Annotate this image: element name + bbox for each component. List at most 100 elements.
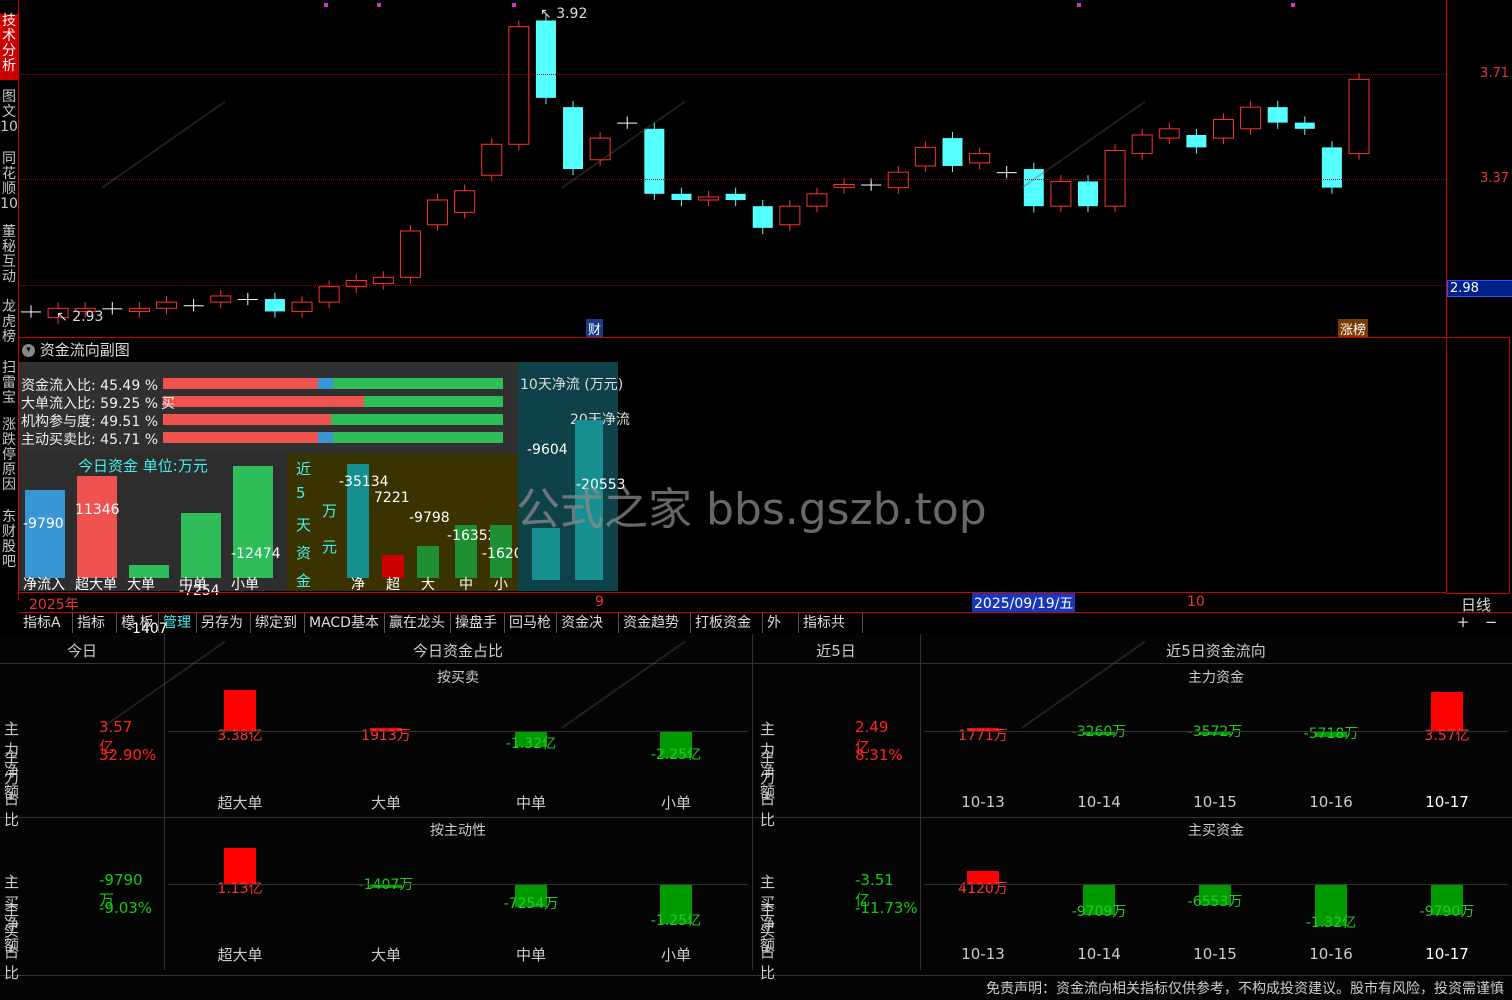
candle-body[interactable]	[128, 307, 150, 312]
candle-body[interactable]	[752, 206, 773, 228]
toolbar-button[interactable]: 指标B	[73, 613, 117, 651]
toolbar-button[interactable]: 打板资金	[691, 613, 763, 633]
left-tab[interactable]: 扫雷宝	[0, 361, 18, 407]
toolbar-button[interactable]: 赢在龙头	[385, 613, 451, 633]
toolbar-button[interactable]: 资金趋势	[619, 613, 691, 633]
left-tab[interactable]: 龙虎榜	[0, 300, 18, 350]
today-fund-bars: -9790 净流入 11346 超大单 -1407 大单 -7254 中单 -12474 小单	[19, 454, 287, 637]
candle-body[interactable]	[399, 230, 421, 278]
five-day-bar-label: 超	[386, 577, 400, 593]
zoom-out-button[interactable]: −	[1480, 613, 1502, 631]
candle-body[interactable]	[237, 299, 258, 301]
candle-body[interactable]	[1267, 107, 1288, 123]
left-tab[interactable]: 技术分析	[0, 14, 18, 80]
candle-body[interactable]	[535, 20, 556, 98]
candle-body[interactable]	[617, 122, 638, 124]
left-tab[interactable]: 同花顺10	[0, 152, 18, 214]
event-dot[interactable]	[1077, 3, 1081, 7]
ten-day-title: 10天净流 (万元)	[520, 377, 624, 393]
today-bar	[25, 490, 65, 578]
ratio-bar-red	[163, 414, 331, 425]
today-bar-label: 超大单	[75, 577, 117, 593]
toolbar-button[interactable]: 管理	[159, 613, 197, 633]
buy-mark: 买	[161, 396, 175, 412]
active-buy-fund-label: 主买资金	[1188, 823, 1244, 839]
candle-body[interactable]	[454, 190, 476, 213]
candle-body[interactable]	[996, 172, 1017, 174]
zero-axis	[168, 731, 748, 732]
candle-body[interactable]	[264, 299, 285, 312]
toolbar-button[interactable]: 外资	[763, 613, 799, 651]
candle-body[interactable]	[508, 26, 530, 145]
candle-body[interactable]	[969, 153, 991, 164]
candle-body[interactable]	[1294, 122, 1315, 129]
candle-body[interactable]	[1186, 135, 1207, 148]
zero-axis	[924, 884, 1508, 885]
time-month-9: 9	[595, 594, 604, 610]
candle-body[interactable]	[698, 196, 720, 201]
fund-bar-value: 3.38亿	[217, 728, 263, 744]
candle-body[interactable]	[372, 276, 394, 285]
ratio-bar	[163, 414, 503, 425]
left-tab[interactable]: 涨跌停原因	[0, 418, 18, 498]
toolbar-button[interactable]: 模 板	[117, 613, 159, 633]
event-dot[interactable]	[377, 3, 381, 7]
ratio-label: 机构参与度: 49.51 %	[21, 414, 158, 430]
toolbar-button[interactable]: 操盘手	[451, 613, 505, 633]
candle-body[interactable]	[914, 146, 936, 167]
toolbar-button[interactable]: 资金决策	[557, 613, 619, 651]
fund-bar-value: -1.32亿	[1305, 915, 1357, 931]
candle-body[interactable]	[1212, 119, 1234, 139]
event-dot[interactable]	[512, 3, 516, 7]
sub-chart-header[interactable]: ▾ 资金流向副图	[22, 339, 130, 360]
candle-body[interactable]	[481, 143, 503, 176]
row-divider	[0, 975, 1512, 976]
toolbar-button[interactable]: 回马枪	[505, 613, 557, 633]
fund-bar-value: -5718万	[1303, 726, 1359, 742]
candle-body[interactable]	[806, 193, 828, 207]
candle-body[interactable]	[1348, 78, 1370, 155]
grid-line	[19, 285, 1446, 286]
ratio-bar	[163, 378, 503, 389]
toolbar-button[interactable]: 绑定到	[251, 613, 305, 633]
left-tab[interactable]: 图文10	[0, 90, 18, 140]
candle-body[interactable]	[210, 295, 232, 303]
candle-body[interactable]	[861, 184, 882, 186]
event-dot[interactable]	[1291, 3, 1295, 7]
candle-body[interactable]	[671, 193, 692, 200]
candle-body[interactable]	[291, 301, 313, 312]
finance-marker[interactable]: 财	[586, 319, 604, 338]
stat-value: -11.73%	[855, 899, 918, 917]
five-day-header: 近5日	[816, 642, 856, 660]
candle-body[interactable]	[21, 311, 41, 313]
time-axis-divider	[19, 592, 1446, 593]
candle-body[interactable]	[942, 138, 963, 166]
candle-body[interactable]	[833, 184, 855, 189]
candle-body[interactable]	[183, 305, 204, 307]
zoom-in-button[interactable]: +	[1452, 613, 1474, 631]
fund-bar-category: 10-17	[1425, 793, 1469, 811]
candle-body[interactable]	[563, 107, 584, 170]
zero-axis	[168, 884, 748, 885]
candle-body[interactable]	[725, 193, 746, 200]
candle-body[interactable]	[427, 199, 449, 226]
toolbar-button[interactable]: 指标A	[19, 613, 73, 633]
candle-body[interactable]	[102, 308, 123, 310]
row-divider	[0, 817, 1512, 818]
collapse-icon[interactable]: ▾	[22, 344, 35, 357]
candle-body[interactable]	[1321, 147, 1342, 188]
left-tab[interactable]: 东财股吧	[0, 510, 18, 575]
fund-bar-category: 大单	[370, 946, 401, 964]
candle-body[interactable]	[156, 301, 178, 309]
toolbar-button[interactable]: MACD基本	[305, 613, 385, 633]
candle-body[interactable]	[318, 286, 340, 303]
event-dot[interactable]	[324, 3, 328, 7]
candle-body[interactable]	[779, 205, 801, 226]
selected-date[interactable]: 2025/09/19/五	[972, 593, 1076, 613]
toolbar-button[interactable]: 另存为	[197, 613, 251, 633]
candle-body[interactable]	[1240, 106, 1262, 130]
left-tab[interactable]: 董秘互动	[0, 225, 18, 290]
limit-up-marker[interactable]: 涨榜	[1338, 319, 1369, 338]
fund-bar-value: -6553万	[1187, 894, 1243, 910]
toolbar-button[interactable]: 指标共振	[799, 613, 863, 651]
